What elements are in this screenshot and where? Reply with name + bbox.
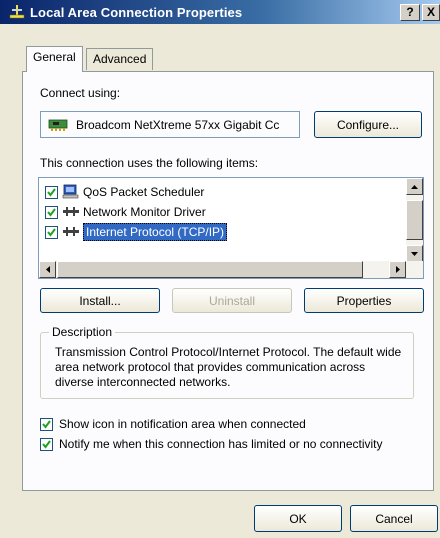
show-icon-label: Show icon in notification area when conn… — [59, 417, 306, 431]
arrow-left-icon — [45, 266, 50, 273]
items-label: This connection uses the following items… — [40, 156, 259, 170]
adapter-field: Broadcom NetXtreme 57xx Gigabit Cc — [40, 111, 300, 138]
network-adapter-icon — [48, 119, 68, 131]
connect-using-label: Connect using: — [40, 86, 121, 100]
description-text: Transmission Control Protocol/Internet P… — [55, 345, 402, 389]
properties-button-label: Properties — [336, 293, 392, 308]
components-list[interactable]: QoS Packet Scheduler Network Monitor Dri… — [38, 177, 424, 279]
list-item[interactable]: Network Monitor Driver — [45, 203, 206, 221]
horizontal-scrollbar[interactable] — [39, 261, 423, 278]
item-label: QoS Packet Scheduler — [83, 185, 205, 199]
arrow-right-icon — [395, 266, 400, 273]
show-icon-checkbox[interactable] — [40, 417, 53, 431]
ok-button[interactable]: OK — [254, 505, 342, 532]
item-checkbox[interactable] — [45, 225, 58, 239]
uninstall-button: Uninstall — [172, 288, 292, 313]
uninstall-button-label: Uninstall — [208, 293, 256, 308]
notify-checkbox[interactable] — [40, 437, 53, 451]
help-button[interactable]: ? — [400, 4, 420, 21]
item-checkbox[interactable] — [45, 185, 58, 199]
title-bar[interactable]: Local Area Connection Properties ? X — [0, 0, 440, 24]
close-button[interactable]: X — [422, 4, 440, 21]
item-label: Internet Protocol (TCP/IP) — [83, 223, 228, 241]
item-checkbox[interactable] — [45, 205, 58, 219]
notify-option[interactable]: Notify me when this connection has limit… — [40, 437, 383, 451]
network-connection-icon — [9, 5, 25, 19]
network-protocol-icon — [63, 207, 79, 216]
scroll-thumb-horizontal[interactable] — [57, 261, 363, 278]
item-label: Network Monitor Driver — [83, 205, 206, 219]
description-title: Description — [49, 325, 116, 339]
notify-label: Notify me when this connection has limit… — [59, 437, 383, 451]
arrow-up-icon — [411, 184, 418, 189]
qos-scheduler-icon — [62, 184, 79, 199]
network-protocol-icon — [63, 227, 79, 236]
scroll-up-button[interactable] — [406, 178, 423, 195]
scroll-down-button[interactable] — [406, 245, 423, 262]
adapter-name: Broadcom NetXtreme 57xx Gigabit Cc — [76, 117, 280, 132]
scroll-right-button[interactable] — [389, 261, 406, 278]
list-item[interactable]: QoS Packet Scheduler — [45, 183, 204, 201]
vertical-scrollbar[interactable] — [406, 178, 423, 262]
arrow-down-icon — [411, 251, 418, 256]
ok-button-label: OK — [289, 511, 307, 526]
cancel-button[interactable]: Cancel — [350, 505, 438, 532]
show-icon-option[interactable]: Show icon in notification area when conn… — [40, 417, 306, 431]
install-button[interactable]: Install... — [40, 288, 160, 313]
configure-button-label: Configure... — [336, 117, 400, 132]
tab-general[interactable]: General — [26, 46, 83, 72]
configure-button[interactable]: Configure... — [314, 111, 422, 138]
tab-advanced[interactable]: Advanced — [86, 48, 154, 70]
properties-button[interactable]: Properties — [304, 288, 424, 313]
install-button-label: Install... — [79, 293, 121, 308]
cancel-button-label: Cancel — [375, 511, 413, 526]
properties-dialog: Local Area Connection Properties ? X Gen… — [0, 0, 440, 538]
window-title: Local Area Connection Properties — [30, 4, 243, 20]
list-item-selected[interactable]: Internet Protocol (TCP/IP) — [45, 223, 228, 241]
description-groupbox: Description Transmission Control Protoco… — [40, 325, 414, 399]
scroll-left-button[interactable] — [39, 261, 56, 278]
scroll-thumb[interactable] — [406, 200, 423, 240]
